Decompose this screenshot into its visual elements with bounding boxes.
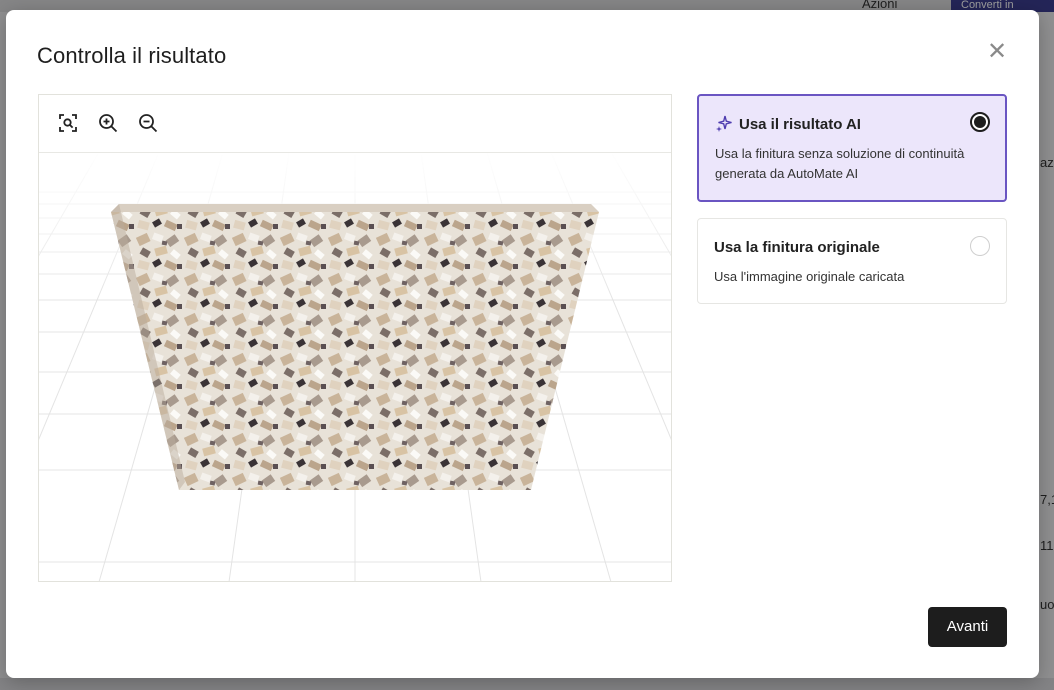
radio-unselected[interactable] (970, 236, 990, 256)
viewer-toolbar (39, 95, 671, 153)
zoom-out-icon[interactable] (137, 112, 159, 134)
radio-selected[interactable] (970, 112, 990, 132)
close-icon[interactable]: ✕ (984, 40, 1010, 66)
3d-preview-viewer[interactable] (38, 94, 672, 582)
fit-view-icon[interactable] (57, 112, 79, 134)
option-title: Usa la finitura originale (714, 239, 880, 256)
option-ai-result[interactable]: Usa il risultato AI Usa la finitura senz… (697, 94, 1007, 202)
dialog-title: Controlla il risultato (37, 43, 227, 68)
next-button[interactable]: Avanti (928, 607, 1007, 647)
zoom-in-icon[interactable] (97, 112, 119, 134)
option-description: Usa la finitura senza soluzione di conti… (715, 146, 965, 181)
option-description: Usa l'immagine originale caricata (714, 269, 905, 284)
option-original-finish[interactable]: Usa la finitura originale Usa l'immagine… (697, 218, 1007, 304)
review-result-dialog: Controlla il risultato ✕ Usa il risultat… (6, 10, 1039, 678)
textured-panel (111, 204, 599, 490)
3d-scene (39, 152, 671, 581)
sparkle-icon (716, 115, 732, 132)
option-title: Usa il risultato AI (739, 116, 861, 133)
